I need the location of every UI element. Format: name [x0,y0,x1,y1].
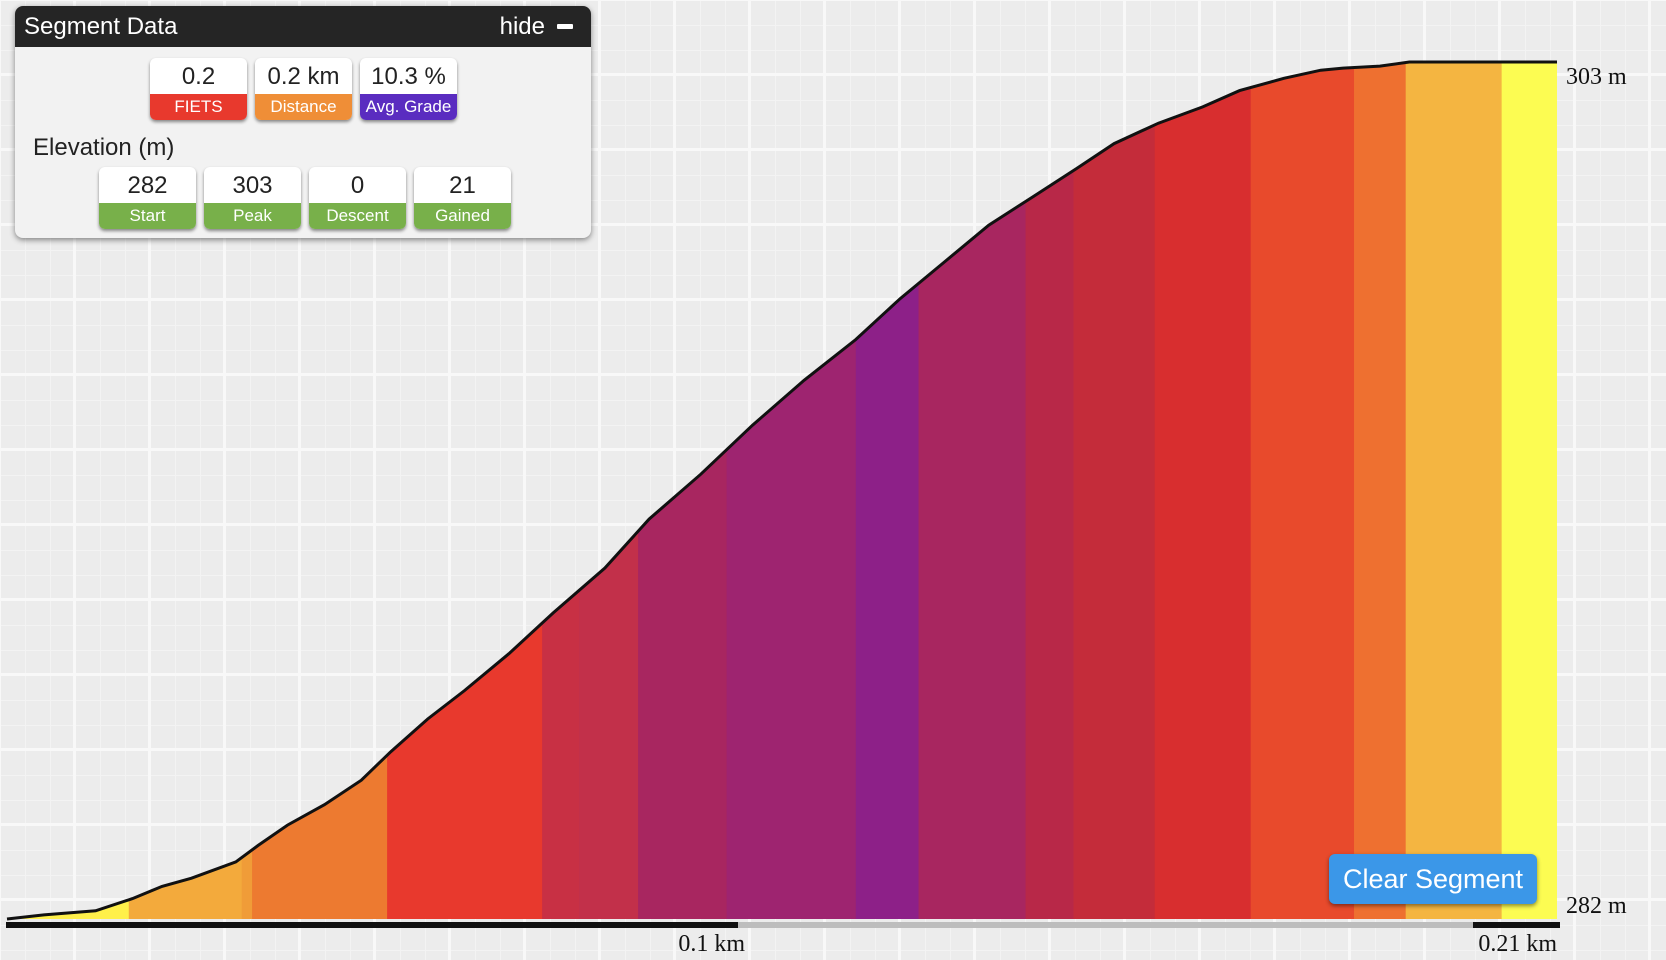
x-tick-label: 0.21 km [1478,931,1557,957]
clear-segment-button[interactable]: Clear Segment [1329,854,1537,904]
grade-band [726,62,857,919]
gained-label: Gained [414,203,511,229]
segment-data-panel: Segment Data hide 0.2 FIETS 0.2 km Dista… [15,6,591,238]
avg-grade-value: 10.3 % [371,63,446,90]
gained-value: 21 [449,172,476,199]
x-axis: 0.1 km 0.21 km [6,922,1560,957]
segment-summary-stats: 0.2 FIETS 0.2 km Distance 10.3 % Avg. Gr… [150,58,457,120]
peak-elevation-value: 303 [232,172,273,199]
minus-icon [557,24,573,29]
fiets-value: 0.2 [181,63,216,90]
elevation-stats: 282 Start 303 Peak 0 Descent 21 Gained [99,167,511,229]
grade-band [1501,62,1557,919]
distance-value: 0.2 km [267,63,340,90]
grade-band [1073,62,1156,919]
hide-button[interactable]: hide [500,13,573,41]
start-elevation-stat: 282 Start [99,167,196,229]
gained-stat: 21 Gained [414,167,511,229]
distance-label: Distance [255,94,352,120]
hide-label: hide [499,12,545,40]
avg-grade-stat: 10.3 % Avg. Grade [360,58,457,120]
grade-band [1405,62,1503,919]
fiets-stat: 0.2 FIETS [150,58,247,120]
descent-stat: 0 Descent [309,167,406,229]
y-tick-label: 282 m [1566,893,1627,919]
grade-band [1250,62,1355,919]
fiets-label: FIETS [150,94,247,120]
panel-title: Segment Data [24,12,178,40]
avg-grade-label: Avg. Grade [360,94,457,120]
grade-band [918,62,1027,919]
peak-elevation-stat: 303 Peak [204,167,301,229]
grade-band [1154,62,1252,919]
start-elevation-value: 282 [127,172,168,199]
descent-label: Descent [309,203,406,229]
elevation-section-label: Elevation (m) [33,134,175,161]
y-tick-label: 303 m [1566,64,1627,90]
start-elevation-label: Start [99,203,196,229]
x-tick-label: 0.1 km [678,931,745,957]
grade-band [1354,62,1407,919]
panel-header: Segment Data hide [15,6,591,47]
descent-value: 0 [350,172,365,199]
distance-stat: 0.2 km Distance [255,58,352,120]
y-axis: 303 m 282 m [1566,64,1627,919]
grade-band [855,62,920,919]
peak-elevation-label: Peak [204,203,301,229]
